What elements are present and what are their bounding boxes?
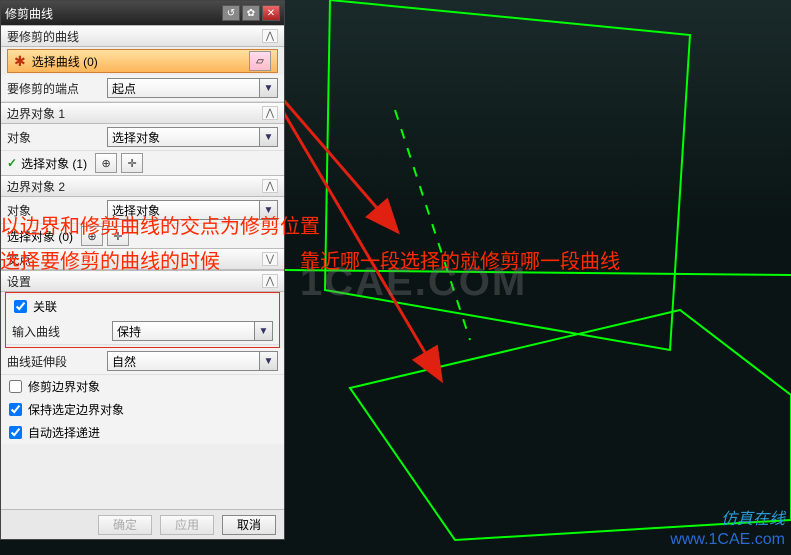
add-icon[interactable]: ⊕: [95, 153, 117, 173]
endpoint-select[interactable]: 起点 ▼: [107, 78, 278, 98]
trim-boundary-label: 修剪边界对象: [28, 378, 100, 395]
annotation-line-2a: 选择要修剪的曲线的时候: [0, 245, 220, 274]
watermark-url: www.1CAE.com: [670, 531, 785, 549]
chevron-up-icon[interactable]: ⋀: [262, 274, 278, 288]
chevron-down-icon: ▼: [259, 79, 277, 97]
associate-label: 关联: [33, 298, 57, 315]
close-icon[interactable]: ✕: [262, 5, 280, 21]
input-curve-label: 输入曲线: [12, 323, 108, 340]
chevron-down-icon: ▼: [259, 352, 277, 370]
required-star-icon: ✱: [14, 53, 26, 70]
keep-boundary-checkbox[interactable]: [9, 403, 22, 416]
trim-boundary-row[interactable]: 修剪边界对象: [1, 375, 284, 398]
section-label: 边界对象 1: [7, 105, 65, 122]
associate-row[interactable]: 关联: [6, 295, 279, 318]
titlebar: 修剪曲线 ↺ ✿ ✕: [1, 1, 284, 25]
boundary1-select-row[interactable]: ✓ 选择对象 (1) ⊕ ✛: [1, 151, 284, 175]
select-curve-row[interactable]: ✱ 选择曲线 (0) ▱: [7, 49, 278, 73]
annotation-line-2b: 靠近哪一段选择的就修剪哪一段曲线: [300, 245, 620, 274]
highlighted-settings-box: 关联 输入曲线 保持 ▼: [5, 292, 280, 348]
button-bar: 确定 应用 取消: [1, 509, 284, 539]
chevron-down-icon[interactable]: ⋁: [262, 252, 278, 266]
extend-row: 曲线延伸段 自然 ▼: [1, 348, 284, 375]
boundary1-object-row: 对象 选择对象 ▼: [1, 124, 284, 151]
target-icon[interactable]: ✛: [121, 153, 143, 173]
dialog-title: 修剪曲线: [5, 5, 53, 22]
chevron-down-icon: ▼: [259, 128, 277, 146]
input-curve-select[interactable]: 保持 ▼: [112, 321, 273, 341]
auto-select-row[interactable]: 自动选择递进: [1, 421, 284, 444]
auto-select-label: 自动选择递进: [28, 424, 100, 441]
select-curve-label: 选择曲线 (0): [32, 53, 98, 70]
extend-value: 自然: [112, 353, 136, 370]
watermark-slogan: 仿真在线: [721, 505, 785, 529]
section-boundary-1[interactable]: 边界对象 1 ⋀: [1, 102, 284, 124]
associate-checkbox[interactable]: [14, 300, 27, 313]
section-to-trim[interactable]: 要修剪的曲线 ⋀: [1, 25, 284, 47]
ok-button[interactable]: 确定: [98, 515, 152, 535]
extend-select[interactable]: 自然 ▼: [107, 351, 278, 371]
object-label: 对象: [7, 129, 103, 146]
trim-boundary-checkbox[interactable]: [9, 380, 22, 393]
endpoint-label: 要修剪的端点: [7, 80, 103, 97]
cancel-button[interactable]: 取消: [222, 515, 276, 535]
reset-icon[interactable]: ↺: [222, 5, 240, 21]
keep-boundary-row[interactable]: 保持选定边界对象: [1, 398, 284, 421]
object-value: 选择对象: [112, 129, 160, 146]
chevron-down-icon: ▼: [254, 322, 272, 340]
section-label: 设置: [7, 273, 31, 290]
chevron-up-icon[interactable]: ⋀: [262, 29, 278, 43]
extend-label: 曲线延伸段: [7, 353, 103, 370]
keep-boundary-label: 保持选定边界对象: [28, 401, 124, 418]
chevron-up-icon[interactable]: ⋀: [262, 179, 278, 193]
section-label: 边界对象 2: [7, 178, 65, 195]
gear-icon[interactable]: ✿: [242, 5, 260, 21]
boundary1-object-select[interactable]: 选择对象 ▼: [107, 127, 278, 147]
input-curve-value: 保持: [117, 323, 141, 340]
apply-button[interactable]: 应用: [160, 515, 214, 535]
annotation-line-1: 以边界和修剪曲线的交点为修剪位置: [0, 210, 320, 239]
section-label: 要修剪的曲线: [7, 28, 79, 45]
curve-pick-icon[interactable]: ▱: [249, 51, 271, 71]
check-icon: ✓: [7, 156, 17, 170]
endpoint-row: 要修剪的端点 起点 ▼: [1, 75, 284, 102]
select-object-label: 选择对象 (1): [21, 155, 87, 172]
input-curve-row: 输入曲线 保持 ▼: [6, 318, 279, 345]
auto-select-checkbox[interactable]: [9, 426, 22, 439]
endpoint-value: 起点: [112, 80, 136, 97]
chevron-up-icon[interactable]: ⋀: [262, 106, 278, 120]
section-boundary-2[interactable]: 边界对象 2 ⋀: [1, 175, 284, 197]
